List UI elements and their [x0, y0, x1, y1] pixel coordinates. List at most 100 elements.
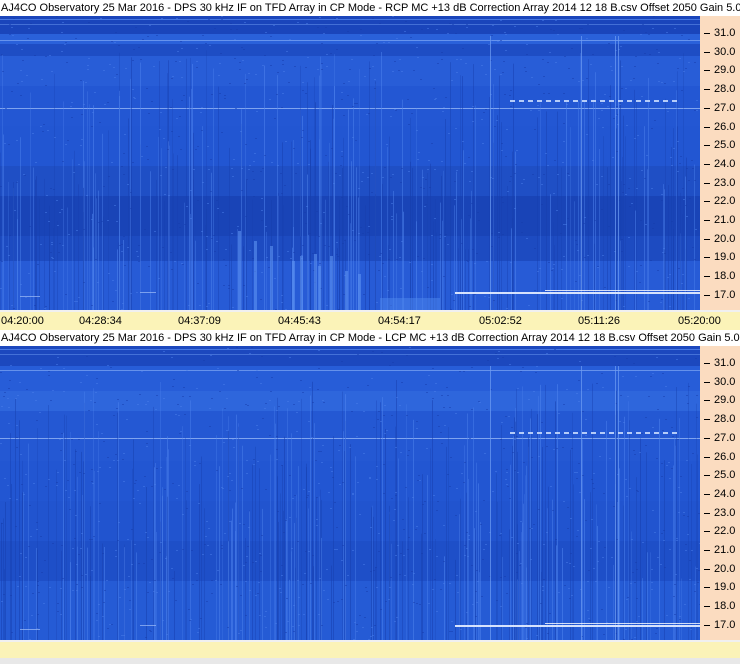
spectro-noise — [657, 63, 659, 64]
spectro-noise — [461, 473, 463, 474]
spectro-noise — [41, 79, 43, 80]
spectro-noise — [549, 613, 551, 614]
spectro-streak — [104, 546, 105, 640]
spectro-noise — [392, 174, 394, 175]
spectro-streak — [375, 566, 376, 640]
spectro-noise — [640, 265, 642, 266]
spectro-noise — [287, 251, 289, 252]
spectro-noise — [244, 22, 246, 23]
spectro-noise — [264, 155, 266, 156]
spectro-noise — [686, 216, 688, 217]
spectro-noise — [641, 96, 643, 97]
spectro-streak — [130, 78, 131, 310]
spectro-noise — [161, 18, 163, 19]
spectro-noise — [584, 217, 586, 218]
spectro-streak — [117, 249, 118, 310]
spectro-noise — [326, 54, 328, 55]
spectro-noise — [694, 110, 696, 111]
spectro-noise — [451, 80, 453, 81]
spectro-noise — [145, 404, 147, 405]
spectro-noise — [542, 59, 544, 60]
spectro-streak — [554, 245, 555, 310]
spectro-noise — [558, 592, 560, 593]
spectro-noise — [205, 536, 207, 537]
spectro-noise — [444, 236, 446, 237]
spectro-noise — [608, 43, 610, 44]
spectro-rfi-dash — [573, 100, 578, 102]
spectro-noise — [162, 247, 164, 248]
spectro-noise — [97, 282, 99, 283]
spectro-noise — [21, 81, 23, 82]
spectro-noise — [103, 441, 105, 442]
spectro-noise — [190, 619, 192, 620]
spectro-noise — [190, 218, 192, 219]
spectro-noise — [567, 173, 569, 174]
spectro-streak — [570, 449, 571, 640]
spectro-noise — [578, 380, 580, 381]
spectro-noise — [62, 578, 64, 579]
spectro-noise — [363, 294, 365, 295]
spectro-streak — [570, 127, 571, 310]
spectro-noise — [227, 348, 229, 349]
spectro-streak — [316, 497, 317, 640]
spectro-noise — [525, 627, 527, 628]
spectro-noise — [601, 176, 603, 177]
spectro-noise — [475, 591, 477, 592]
spectro-noise — [10, 365, 12, 366]
spectro-noise — [145, 637, 147, 638]
spectro-noise — [681, 35, 683, 36]
spectro-noise — [81, 575, 83, 576]
spectro-rfi-dash — [510, 432, 515, 434]
spectro-noise — [209, 426, 211, 427]
spectro-noise — [511, 427, 513, 428]
spectro-noise — [81, 139, 83, 140]
spectro-streak — [75, 449, 76, 640]
spectro-streak — [629, 420, 630, 640]
spectro-rfi-dash — [663, 100, 668, 102]
spectro-noise — [631, 639, 633, 640]
spectro-noise — [112, 280, 114, 281]
spectro-noise — [11, 27, 13, 28]
spectro-noise — [523, 179, 525, 180]
spectro-noise — [419, 480, 421, 481]
spectro-noise — [604, 547, 606, 548]
spectro-noise — [366, 591, 368, 592]
spectro-noise — [491, 35, 493, 36]
spectro-noise — [634, 66, 636, 67]
spectro-noise — [146, 146, 148, 147]
spectro-noise — [339, 445, 341, 446]
spectro-noise — [154, 484, 156, 485]
spectro-noise — [42, 131, 44, 132]
spectro-noise — [343, 294, 345, 295]
spectro-streak — [192, 63, 193, 310]
spectro-noise — [265, 403, 267, 404]
spectro-noise — [338, 450, 340, 451]
spectro-noise — [398, 70, 400, 71]
spectro-noise — [46, 195, 48, 196]
spectro-burst — [270, 246, 273, 310]
spectro-noise — [562, 162, 564, 163]
spectro-noise — [465, 63, 467, 64]
time-tick-label: 04:20:00 — [1, 315, 44, 327]
spectro-noise — [180, 41, 182, 42]
spectro-noise — [421, 553, 423, 554]
spectro-noise — [292, 498, 294, 499]
spectro-noise — [210, 554, 212, 555]
spectro-noise — [556, 448, 558, 449]
spectro-streak — [287, 408, 288, 640]
spectro-noise — [56, 485, 58, 486]
spectro-streak — [610, 85, 611, 310]
spectro-noise — [21, 49, 23, 50]
spectro-noise — [582, 80, 584, 81]
spectro-streak — [432, 400, 433, 640]
spectro-noise — [63, 391, 65, 392]
spectro-noise — [520, 371, 522, 372]
spectro-noise — [360, 227, 362, 228]
spectro-noise — [688, 386, 690, 387]
spectro-noise — [315, 460, 317, 461]
spectro-streak — [459, 514, 460, 640]
spectro-noise — [456, 170, 458, 171]
spectro-noise — [147, 159, 149, 160]
spectro-noise — [359, 514, 361, 515]
spectro-noise — [160, 467, 162, 468]
